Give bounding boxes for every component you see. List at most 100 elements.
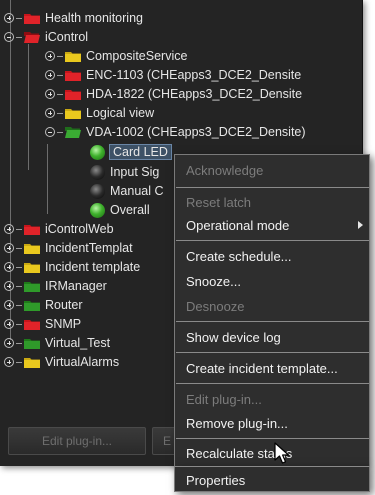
tree-connector <box>57 55 63 57</box>
menu-separator <box>176 240 369 241</box>
tree-item-compositeservice[interactable]: CompositeService <box>45 46 187 66</box>
tree-item-label: HDA-1822 (CHEapps3_DCE2_Densite <box>86 87 303 101</box>
tree-item-input-sig[interactable]: Input Sig <box>90 162 159 182</box>
tree-connector <box>57 131 63 133</box>
tree-item-hda-1822[interactable]: HDA-1822 (CHEapps3_DCE2_Densite <box>45 84 302 104</box>
tree-item-health-monitoring[interactable]: Health monitoring <box>4 8 143 28</box>
tree-item-label: iControl <box>45 30 89 44</box>
expand-icon[interactable] <box>4 224 14 234</box>
expand-icon[interactable] <box>4 319 14 329</box>
tree-connector <box>16 323 22 325</box>
tree-item-label: CompositeService <box>86 49 188 63</box>
submenu-arrow-icon <box>358 221 363 229</box>
tree-item-label: Manual C <box>110 184 164 198</box>
menu-item-edit-plugin[interactable]: Edit plug-in... <box>175 388 369 410</box>
red-folder-icon <box>24 320 40 330</box>
expand-icon[interactable] <box>4 338 14 348</box>
tree-item-label: Router <box>45 298 83 312</box>
tree-item-label: IncidentTemplat <box>45 241 133 255</box>
expand-icon[interactable] <box>4 300 14 310</box>
context-menu: Acknowledge Reset latch Operational mode… <box>174 154 370 467</box>
green-folder-open-icon <box>65 127 81 138</box>
green-led-icon <box>90 144 105 160</box>
expand-icon[interactable] <box>4 281 14 291</box>
expand-icon[interactable] <box>45 108 55 118</box>
tree-connector <box>16 228 22 230</box>
collapse-icon[interactable] <box>4 32 14 42</box>
menu-separator <box>176 352 369 353</box>
tree-item-virtualalarms[interactable]: VirtualAlarms <box>4 352 119 372</box>
tree-item-vda-1002[interactable]: VDA-1002 (CHEapps3_DCE2_Densite) <box>45 122 306 142</box>
tree-item-snmp[interactable]: SNMP <box>4 314 81 334</box>
expand-icon[interactable] <box>4 262 14 272</box>
tree-item-overall[interactable]: Overall <box>90 200 150 220</box>
tree-guide-line <box>28 44 29 170</box>
tree-item-logical-view[interactable]: Logical view <box>45 103 154 123</box>
menu-item-desnooze[interactable]: Desnooze <box>175 295 369 317</box>
menu-item-properties[interactable]: Properties <box>175 469 369 491</box>
red-folder-icon <box>24 14 40 24</box>
yellow-folder-icon <box>24 263 40 273</box>
tree-item-manual-c[interactable]: Manual C <box>90 181 164 201</box>
tree-item-irmanager[interactable]: IRManager <box>4 276 107 296</box>
menu-item-remove-plugin[interactable]: Remove plug-in... <box>175 412 369 434</box>
mouse-pointer-icon <box>274 442 290 464</box>
menu-item-operational-mode[interactable]: Operational mode <box>175 214 369 236</box>
expand-icon[interactable] <box>4 243 14 253</box>
expand-icon[interactable] <box>45 70 55 80</box>
tree-item-label: IRManager <box>45 279 107 293</box>
menu-separator <box>176 321 369 322</box>
tree-connector <box>57 74 63 76</box>
tree-connector <box>16 266 22 268</box>
expand-icon[interactable] <box>45 89 55 99</box>
expand-icon[interactable] <box>45 51 55 61</box>
tree-item-icontrolweb[interactable]: iControlWeb <box>4 219 114 239</box>
edit-plugin-button[interactable]: Edit plug-in... <box>8 427 146 455</box>
tree-item-label: Incident template <box>45 260 141 274</box>
tree-item-icontrol[interactable]: iControl <box>4 27 88 47</box>
tree-item-label: SNMP <box>45 317 82 331</box>
tree-item-virtual-test[interactable]: Virtual_Test <box>4 333 110 353</box>
green-folder-icon <box>24 339 40 349</box>
red-folder-icon <box>24 225 40 235</box>
menu-item-properties-row: Properties <box>174 466 370 492</box>
tree-connector <box>16 36 22 38</box>
menu-item-create-schedule[interactable]: Create schedule... <box>175 245 369 267</box>
green-folder-icon <box>24 301 40 311</box>
tree-item-label: Card LED <box>109 144 172 160</box>
yellow-folder-icon <box>65 109 81 119</box>
menu-separator <box>176 383 369 384</box>
tree-item-label: Health monitoring <box>45 11 143 25</box>
tree-item-label: iControlWeb <box>45 222 114 236</box>
menu-item-reset-latch[interactable]: Reset latch <box>175 191 369 213</box>
tree-item-enc-1103[interactable]: ENC-1103 (CHEapps3_DCE2_Densite <box>45 65 301 85</box>
dark-led-icon <box>90 183 105 199</box>
red-folder-icon <box>65 71 81 81</box>
tree-item-incidenttemplat[interactable]: IncidentTemplat <box>4 238 133 258</box>
tree-item-card-led[interactable]: Card LED <box>90 142 172 162</box>
tree-connector <box>16 17 22 19</box>
tree-connector <box>57 93 63 95</box>
expand-icon[interactable] <box>4 13 14 23</box>
menu-item-label: Operational mode <box>186 217 290 233</box>
tree-item-router[interactable]: Router <box>4 295 83 315</box>
tree-item-label: Virtual_Test <box>45 336 111 350</box>
menu-item-show-device-log[interactable]: Show device log <box>175 326 369 348</box>
tree-guide-line <box>47 144 48 214</box>
expand-icon[interactable] <box>4 357 14 367</box>
red-folder-open-icon <box>24 32 40 43</box>
green-led-icon <box>90 202 105 218</box>
menu-item-create-incident-template[interactable]: Create incident template... <box>175 357 369 379</box>
menu-item-recalculate-status[interactable]: Recalculate status <box>175 442 369 464</box>
tree-item-incident-template[interactable]: Incident template <box>4 257 140 277</box>
menu-item-acknowledge[interactable]: Acknowledge <box>175 159 369 181</box>
tree-item-label: VirtualAlarms <box>45 355 120 369</box>
tree-item-label: Overall <box>110 203 150 217</box>
menu-item-snooze[interactable]: Snooze... <box>175 270 369 292</box>
tree-item-label: VDA-1002 (CHEapps3_DCE2_Densite) <box>86 125 306 139</box>
yellow-folder-icon <box>24 358 40 368</box>
tree-connector <box>16 361 22 363</box>
tree-item-label: Input Sig <box>110 165 160 179</box>
collapse-icon[interactable] <box>45 127 55 137</box>
red-folder-icon <box>65 90 81 100</box>
